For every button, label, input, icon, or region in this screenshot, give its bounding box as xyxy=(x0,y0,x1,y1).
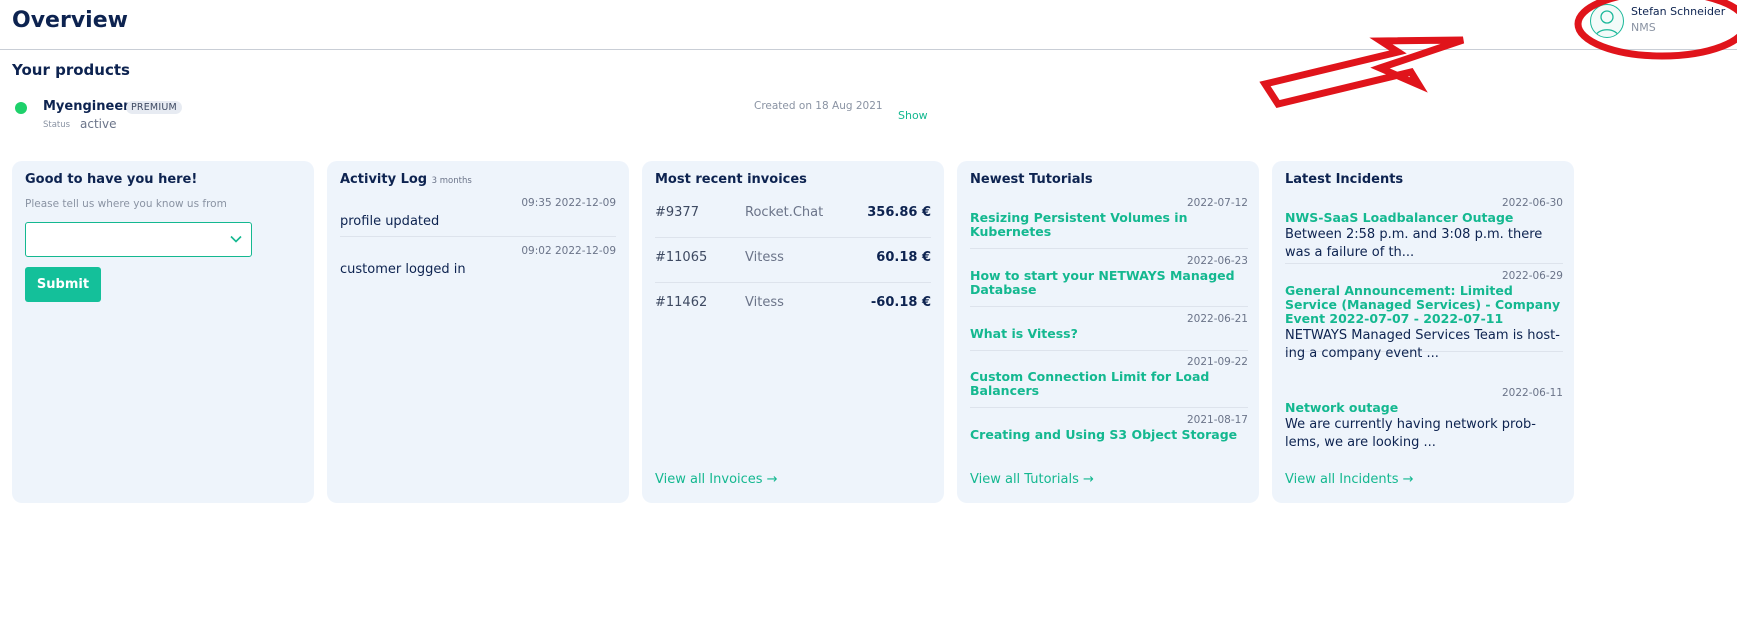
invoice-amount: -60.18 € xyxy=(870,295,931,310)
invoice-amount: 60.18 € xyxy=(876,250,931,265)
tutorial-date: 2021-08-17 xyxy=(1186,414,1248,426)
tutorial-item[interactable]: 2022-06-23 How to start your NETWAYS Man… xyxy=(970,255,1248,307)
incident-date: 2022-06-11 xyxy=(1501,387,1563,399)
invoices-card: Most recent invoices #9377 Rocket.Chat 3… xyxy=(642,161,944,503)
plan-badge: PREMIUM xyxy=(126,101,182,114)
user-name: Stefan Schneider xyxy=(1631,5,1726,18)
source-select[interactable] xyxy=(25,222,252,257)
activity-log-heading: Activity Log xyxy=(340,172,428,187)
tutorial-item[interactable]: 2022-06-21 What is Vitess? xyxy=(970,313,1248,351)
status-value: active xyxy=(80,117,117,131)
page-title: Overview xyxy=(12,8,128,33)
welcome-card: Good to have you here! Please tell us wh… xyxy=(12,161,314,503)
products-section-title: Your products xyxy=(12,61,130,79)
incident-item[interactable]: 2022-06-30 NWS-SaaS Loadbalancer Outage … xyxy=(1285,197,1563,264)
top-header: Overview Stefan Schneider NMS xyxy=(0,0,1737,50)
tutorial-date: 2022-06-21 xyxy=(1186,313,1248,325)
view-all-invoices-link[interactable]: View all Invoices → xyxy=(655,472,778,487)
status-indicator-icon xyxy=(15,102,27,114)
tutorial-title[interactable]: How to start your NETWAYS Managed Databa… xyxy=(970,269,1248,297)
activity-range: 3 months xyxy=(431,176,472,186)
invoice-product: Vitess xyxy=(745,295,784,310)
tutorial-title[interactable]: What is Vitess? xyxy=(970,327,1248,341)
incidents-title: Latest Incidents xyxy=(1285,172,1404,187)
activity-log-title: Activity Log 3 months xyxy=(340,172,472,187)
source-hint: Please tell us where you know us from xyxy=(25,198,227,210)
activity-log-card: Activity Log 3 months 09:35 2022-12-09 p… xyxy=(327,161,629,503)
incident-date: 2022-06-30 xyxy=(1501,197,1563,209)
incident-title[interactable]: NWS-SaaS Loadbalancer Outage xyxy=(1285,211,1563,225)
invoice-number: #11462 xyxy=(655,295,708,310)
invoice-product: Vitess xyxy=(745,250,784,265)
invoices-title: Most recent invoices xyxy=(655,172,807,187)
welcome-title: Good to have you here! xyxy=(25,172,198,187)
invoice-row[interactable]: #11462 Vitess -60.18 € xyxy=(655,283,931,328)
tutorial-date: 2022-06-23 xyxy=(1186,255,1248,267)
user-avatar-icon xyxy=(1590,4,1624,38)
product-name: Myengineer xyxy=(43,99,130,114)
user-menu[interactable]: Stefan Schneider NMS xyxy=(1590,4,1735,44)
user-org: NMS xyxy=(1631,21,1656,34)
submit-button[interactable]: Submit xyxy=(25,267,101,302)
view-all-tutorials-link[interactable]: View all Tutorials → xyxy=(970,472,1094,487)
show-product-link[interactable]: Show xyxy=(898,109,928,122)
activity-time: 09:02 2022-12-09 xyxy=(521,245,616,257)
invoice-number: #11065 xyxy=(655,250,708,265)
created-date: Created on 18 Aug 2021 xyxy=(754,100,883,112)
activity-item: 09:35 2022-12-09 profile updated xyxy=(340,191,616,237)
incident-summary: We are currently having network prob- le… xyxy=(1285,417,1536,450)
status-label: Status xyxy=(43,120,71,130)
invoice-amount: 356.86 € xyxy=(867,205,931,220)
tutorial-title[interactable]: Custom Connection Limit for Load Balance… xyxy=(970,370,1248,398)
activity-text: profile updated xyxy=(340,214,440,229)
incident-title[interactable]: General Announcement: Limited Service (M… xyxy=(1285,284,1563,326)
tutorial-title[interactable]: Creating and Using S3 Object Storage xyxy=(970,428,1248,442)
view-all-incidents-link[interactable]: View all Incidents → xyxy=(1285,472,1414,487)
invoice-row[interactable]: #9377 Rocket.Chat 356.86 € xyxy=(655,193,931,238)
activity-item: 09:02 2022-12-09 customer logged in xyxy=(340,239,616,285)
tutorial-item[interactable]: 2022-07-12 Resizing Persistent Volumes i… xyxy=(970,197,1248,249)
tutorial-item[interactable]: 2021-09-22 Custom Connection Limit for L… xyxy=(970,356,1248,408)
tutorial-title[interactable]: Resizing Persistent Volumes in Kubernete… xyxy=(970,211,1248,239)
invoice-number: #9377 xyxy=(655,205,699,220)
tutorial-date: 2021-09-22 xyxy=(1186,356,1248,368)
incident-summary: Between 2:58 p.m. and 3:08 p.m. there wa… xyxy=(1285,227,1543,260)
incident-item[interactable]: 2022-06-29 General Announcement: Limited… xyxy=(1285,270,1563,361)
chevron-down-icon xyxy=(230,235,242,243)
incident-title[interactable]: Network outage xyxy=(1285,401,1563,415)
invoice-product: Rocket.Chat xyxy=(745,205,824,220)
activity-text: customer logged in xyxy=(340,262,466,277)
incident-item[interactable]: 2022-06-11 Network outage We are current… xyxy=(1285,387,1563,455)
incident-summary: NETWAYS Managed Services Team is host- i… xyxy=(1285,328,1560,361)
tutorial-date: 2022-07-12 xyxy=(1186,197,1248,209)
invoice-row[interactable]: #11065 Vitess 60.18 € xyxy=(655,238,931,283)
tutorial-item[interactable]: 2021-08-17 Creating and Using S3 Object … xyxy=(970,414,1248,452)
tutorials-card: Newest Tutorials 2022-07-12 Resizing Per… xyxy=(957,161,1259,503)
activity-time: 09:35 2022-12-09 xyxy=(521,197,616,209)
incidents-card: Latest Incidents 2022-06-30 NWS-SaaS Loa… xyxy=(1272,161,1574,503)
product-row: Myengineer PREMIUM Status active Created… xyxy=(12,96,932,136)
tutorials-title: Newest Tutorials xyxy=(970,172,1093,187)
incident-date: 2022-06-29 xyxy=(1501,270,1563,282)
